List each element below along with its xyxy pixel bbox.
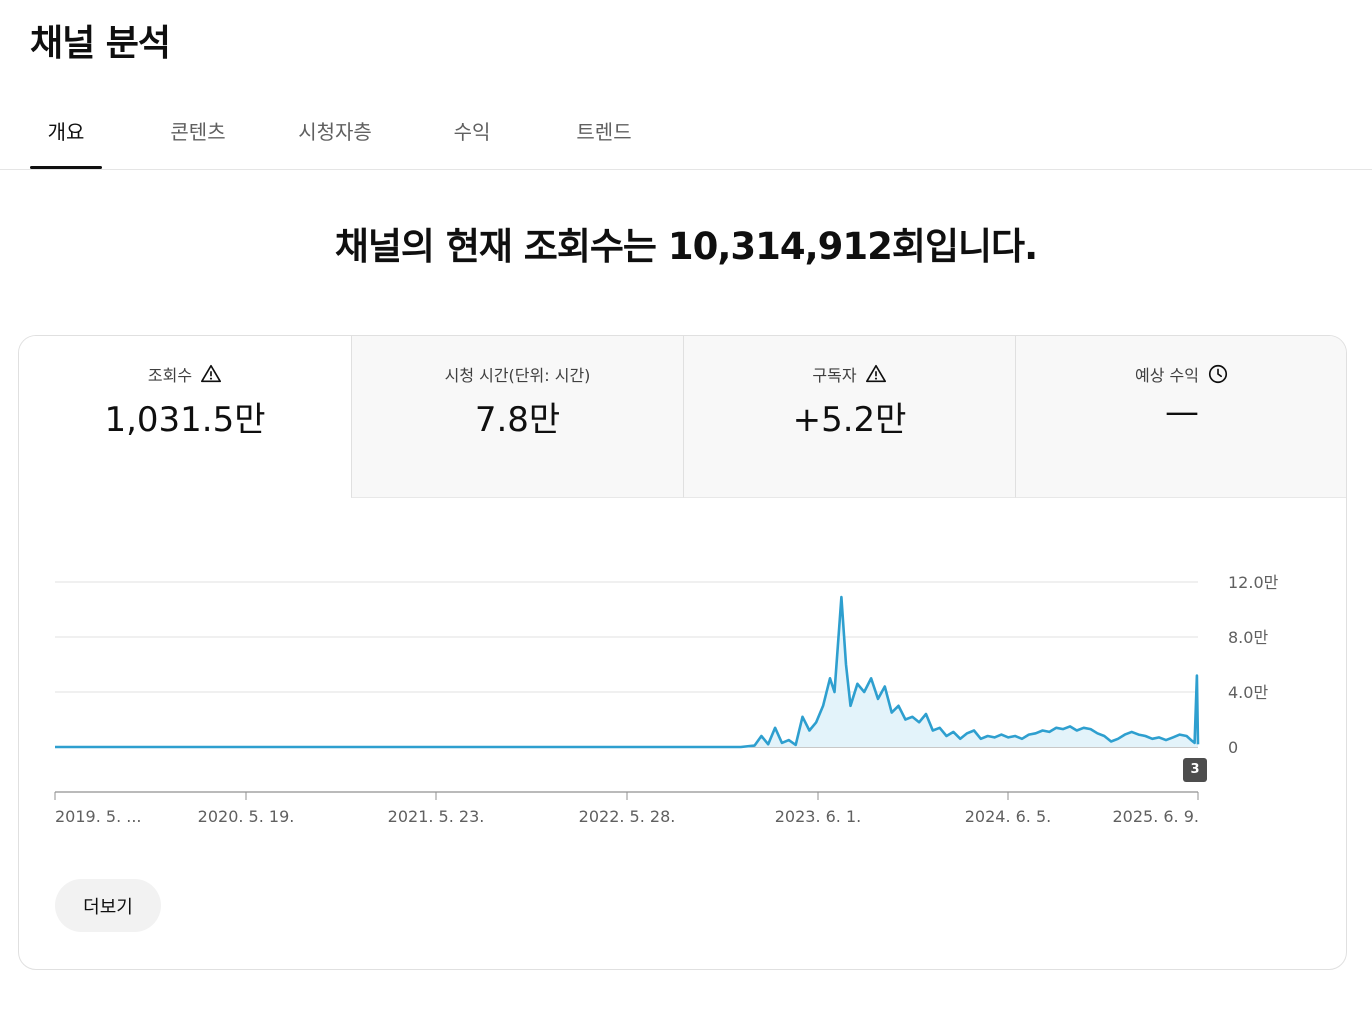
metric-watch-time-label-row: 시청 시간(단위: 시간) — [352, 362, 683, 386]
x-tick-label: 2022. 5. 28. — [579, 807, 676, 826]
metric-views-value: 1,031.5만 — [104, 400, 266, 440]
metric-tabs: 조회수 1,031.5만 시청 시간(단위: 시간) 7.8만 구독자 +5.2… — [19, 336, 1346, 498]
y-tick-label: 4.0만 — [1228, 683, 1268, 702]
metric-subscribers-label: 구독자 — [812, 366, 857, 385]
metric-revenue-value: — — [1165, 392, 1199, 432]
warning-icon — [865, 364, 886, 383]
x-tick-label: 2020. 5. 19. — [198, 807, 295, 826]
tab-revenue[interactable]: 수익 — [444, 116, 500, 169]
metric-subscribers[interactable]: 구독자 +5.2만 — [683, 336, 1015, 498]
metric-views-label: 조회수 — [147, 366, 193, 385]
page-title: 채널 분석 — [30, 23, 171, 64]
metric-views-label-row: 조회수 — [19, 362, 351, 386]
metric-watch-time[interactable]: 시청 시간(단위: 시간) 7.8만 — [351, 336, 683, 498]
tab-audience[interactable]: 시청자층 — [288, 116, 382, 169]
metric-revenue-label-row: 예상 수익 — [1016, 362, 1346, 386]
tab-overview[interactable]: 개요 — [30, 116, 102, 169]
metric-watch-time-value: 7.8만 — [474, 400, 561, 440]
y-tick-label: 0 — [1228, 738, 1238, 757]
x-tick-label: 2019. 5. ... — [55, 807, 142, 826]
metric-views[interactable]: 조회수 1,031.5만 — [19, 336, 351, 498]
metric-subscribers-value: +5.2만 — [792, 400, 907, 440]
x-tick-label: 2024. 6. 5. — [965, 807, 1052, 826]
headline-views: 채널의 현재 조회수는 10,314,912회입니다. — [334, 225, 1038, 268]
x-tick-label: 2023. 6. 1. — [775, 807, 862, 826]
metric-revenue-label: 예상 수익 — [1135, 366, 1199, 385]
chart-event-badge[interactable]: 3 — [1183, 758, 1207, 782]
tab-trends[interactable]: 트렌드 — [566, 116, 642, 169]
x-tick-label: 2025. 6. 9. — [1112, 807, 1199, 826]
views-line — [55, 595, 1200, 749]
more-button[interactable]: 더보기 — [55, 879, 161, 932]
y-tick-label: 8.0만 — [1228, 628, 1268, 647]
y-tick-label: 12.0만 — [1228, 573, 1279, 592]
views-area — [55, 597, 1198, 747]
views-chart[interactable]: 12.0만 8.0만 4.0만 0 2019. 5. ... 2020. 5. 19. 20… — [19, 498, 1346, 858]
tab-bar: 개요 콘텐츠 시청자층 수익 트렌드 — [0, 100, 1372, 170]
clock-icon — [1208, 364, 1228, 384]
overview-card: 조회수 1,031.5만 시청 시간(단위: 시간) 7.8만 구독자 +5.2… — [18, 335, 1347, 970]
warning-icon — [201, 364, 222, 383]
x-tick-label: 2021. 5. 23. — [388, 807, 485, 826]
metric-estimated-revenue[interactable]: 예상 수익 — — [1015, 336, 1346, 498]
tab-content[interactable]: 콘텐츠 — [160, 116, 236, 169]
metric-subscribers-label-row: 구독자 — [684, 362, 1015, 386]
views-chart-svg: 12.0만 8.0만 4.0만 0 2019. 5. ... 2020. 5. 19. 20… — [54, 573, 1279, 826]
metric-watch-time-label: 시청 시간(단위: 시간) — [444, 366, 591, 385]
